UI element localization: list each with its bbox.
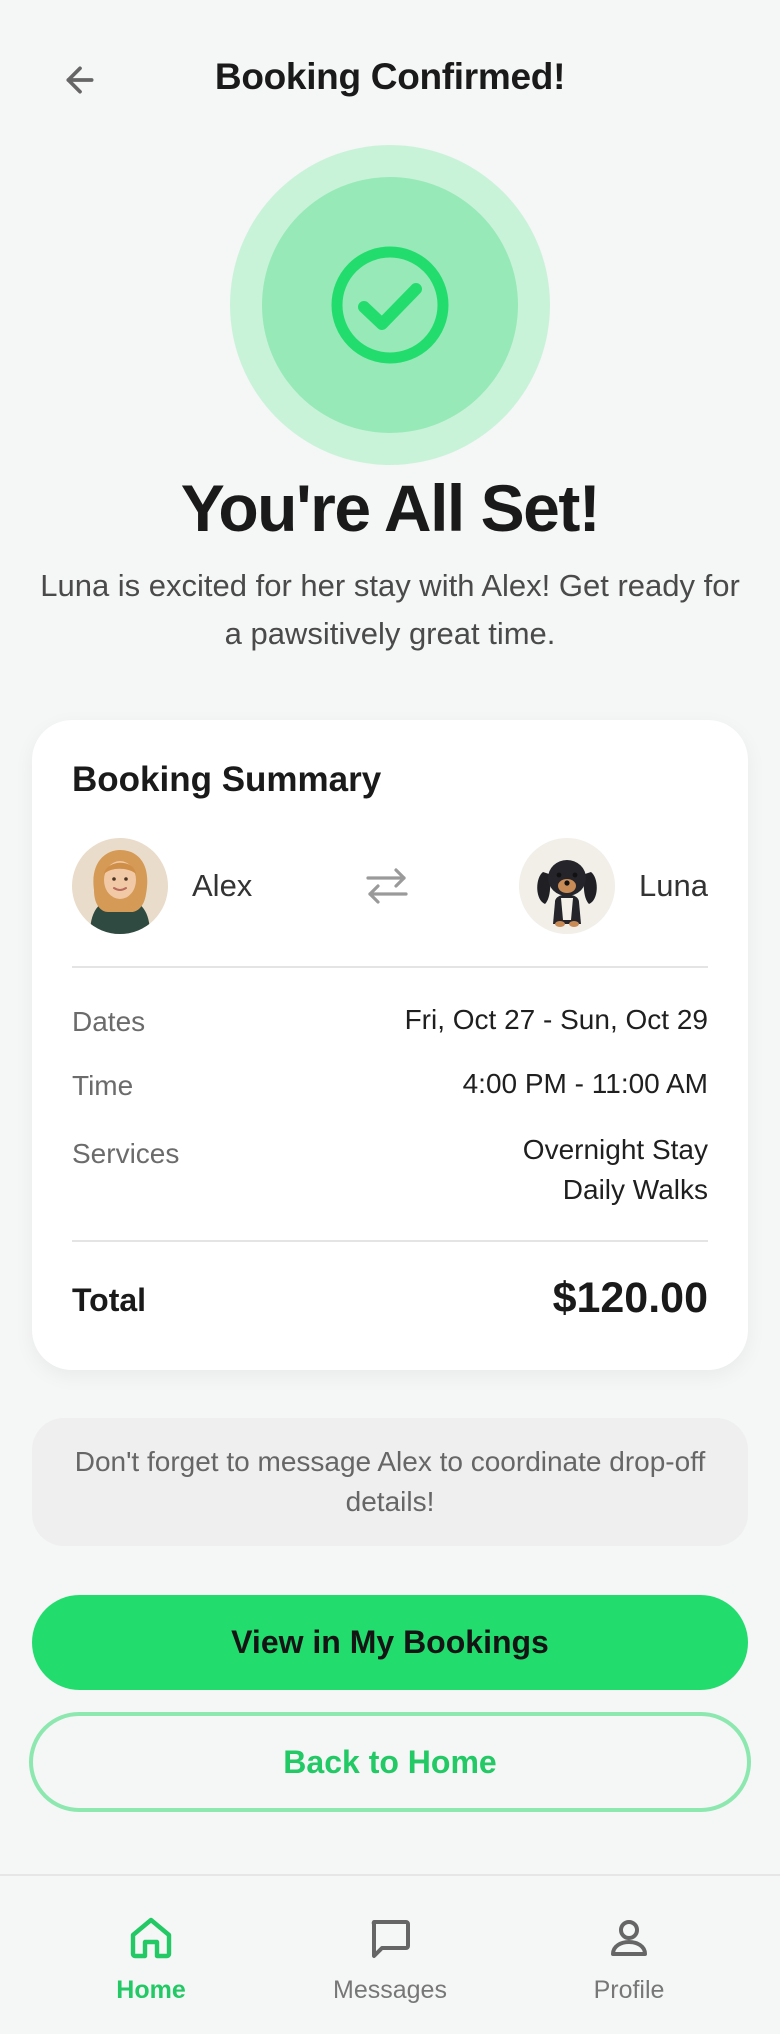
hero-subtitle: Luna is excited for her stay with Alex! … xyxy=(40,568,740,651)
nav-item-profile[interactable]: Profile xyxy=(529,1914,729,2005)
sitter-avatar xyxy=(72,838,168,934)
pet-info: Luna xyxy=(519,838,708,934)
services-label: Services xyxy=(72,1138,180,1169)
services-value-2: Daily Walks xyxy=(562,1174,708,1205)
time-label: Time xyxy=(72,1070,134,1101)
view-bookings-button[interactable]: View in My Bookings xyxy=(32,1595,748,1690)
page-title: Booking Confirmed! xyxy=(214,56,566,97)
nav-label-messages: Messages xyxy=(333,1976,447,2004)
divider xyxy=(72,966,708,968)
header: Booking Confirmed! xyxy=(0,0,780,160)
back-home-button[interactable]: Back to Home xyxy=(29,1712,751,1812)
services-value-1: Overnight Stay xyxy=(522,1134,708,1165)
card-title: Booking Summary xyxy=(72,760,382,799)
nav-label-profile: Profile xyxy=(593,1976,665,2004)
user-icon xyxy=(611,1920,647,1956)
nav-item-messages[interactable]: Messages xyxy=(290,1914,490,2005)
message-icon xyxy=(371,1920,410,1958)
bottom-nav: Home Messages Profile xyxy=(0,1874,780,2034)
reminder-note-text: Don't forget to message Alex to coordina… xyxy=(74,1446,706,1517)
success-badge xyxy=(230,145,550,465)
total-value: $120.00 xyxy=(552,1274,708,1322)
dates-value: Fri, Oct 27 - Sun, Oct 29 xyxy=(404,1004,708,1035)
sitter-info: Alex xyxy=(72,838,252,934)
time-value: 4:00 PM - 11:00 AM xyxy=(462,1068,708,1099)
total-label: Total xyxy=(72,1282,147,1318)
nav-item-home[interactable]: Home xyxy=(51,1914,251,2005)
pet-avatar xyxy=(519,838,616,934)
dates-label: Dates xyxy=(72,1006,146,1037)
swap-arrows-icon xyxy=(366,868,408,904)
divider xyxy=(72,1240,708,1242)
booking-summary-card: Booking Summary Alex Luna Dates Fri, Oct… xyxy=(32,720,748,1370)
sitter-name: Alex xyxy=(192,868,253,903)
booking-confirmed-screen: Booking Confirmed! You're All Set! Luna … xyxy=(0,0,780,2034)
nav-label-home: Home xyxy=(116,1976,186,2004)
reminder-note: Don't forget to message Alex to coordina… xyxy=(32,1418,748,1546)
check-circle-icon xyxy=(331,246,449,364)
home-icon xyxy=(130,1917,172,1959)
hero-title: You're All Set! xyxy=(180,471,601,545)
pet-name: Luna xyxy=(639,868,708,903)
